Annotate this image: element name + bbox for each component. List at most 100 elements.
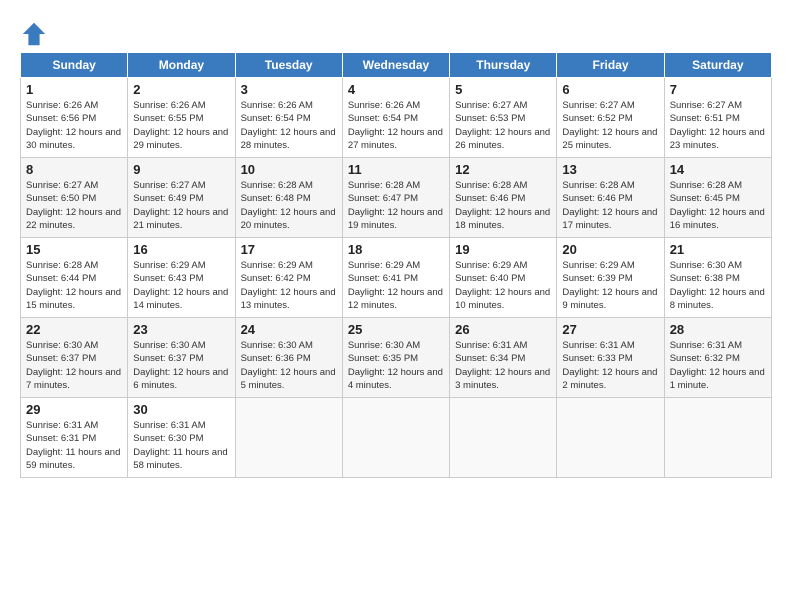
week-row-5: 29 Sunrise: 6:31 AM Sunset: 6:31 PM Dayli… (21, 398, 772, 478)
day-info: Sunrise: 6:29 AM Sunset: 6:42 PM Dayligh… (241, 259, 337, 312)
day-number: 18 (348, 242, 444, 257)
day-cell: 13Sunrise: 6:28 AM Sunset: 6:46 PM Dayli… (557, 158, 664, 238)
day-info: Sunrise: 6:31 AM Sunset: 6:30 PM Dayligh… (133, 419, 229, 472)
day-number: 25 (348, 322, 444, 337)
day-cell: 1Sunrise: 6:26 AM Sunset: 6:56 PM Daylig… (21, 78, 128, 158)
day-cell: 8Sunrise: 6:27 AM Sunset: 6:50 PM Daylig… (21, 158, 128, 238)
day-info: Sunrise: 6:27 AM Sunset: 6:51 PM Dayligh… (670, 99, 766, 152)
day-cell: 5 Sunrise: 6:27 AM Sunset: 6:53 PM Daylig… (450, 78, 557, 158)
day-cell: 26 Sunrise: 6:31 AM Sunset: 6:34 PM Dayli… (450, 318, 557, 398)
day-cell: 25 Sunrise: 6:30 AM Sunset: 6:35 PM Dayli… (342, 318, 449, 398)
day-info: Sunrise: 6:29 AM Sunset: 6:43 PM Dayligh… (133, 259, 229, 312)
calendar-table: SundayMondayTuesdayWednesdayThursdayFrid… (20, 52, 772, 478)
week-row-4: 22Sunrise: 6:30 AM Sunset: 6:37 PM Dayli… (21, 318, 772, 398)
header (20, 16, 772, 48)
day-cell: 4 Sunrise: 6:26 AM Sunset: 6:54 PM Daylig… (342, 78, 449, 158)
day-cell: 17 Sunrise: 6:29 AM Sunset: 6:42 PM Dayli… (235, 238, 342, 318)
day-number: 24 (241, 322, 337, 337)
day-info: Sunrise: 6:28 AM Sunset: 6:47 PM Dayligh… (348, 179, 444, 232)
day-number: 30 (133, 402, 229, 417)
day-info: Sunrise: 6:31 AM Sunset: 6:34 PM Dayligh… (455, 339, 551, 392)
day-cell: 15 Sunrise: 6:28 AM Sunset: 6:44 PM Dayli… (21, 238, 128, 318)
day-cell: 30 Sunrise: 6:31 AM Sunset: 6:30 PM Dayli… (128, 398, 235, 478)
day-number: 1 (26, 82, 122, 97)
day-info: Sunrise: 6:26 AM Sunset: 6:54 PM Dayligh… (348, 99, 444, 152)
calendar-header: SundayMondayTuesdayWednesdayThursdayFrid… (21, 53, 772, 78)
day-number: 21 (670, 242, 766, 257)
day-cell (557, 398, 664, 478)
day-cell: 12Sunrise: 6:28 AM Sunset: 6:46 PM Dayli… (450, 158, 557, 238)
day-info: Sunrise: 6:27 AM Sunset: 6:49 PM Dayligh… (133, 179, 229, 232)
day-cell: 14 Sunrise: 6:28 AM Sunset: 6:45 PM Dayli… (664, 158, 771, 238)
day-info: Sunrise: 6:29 AM Sunset: 6:40 PM Dayligh… (455, 259, 551, 312)
day-cell: 7 Sunrise: 6:27 AM Sunset: 6:51 PM Daylig… (664, 78, 771, 158)
day-number: 22 (26, 322, 122, 337)
day-cell: 2Sunrise: 6:26 AM Sunset: 6:55 PM Daylig… (128, 78, 235, 158)
day-info: Sunrise: 6:29 AM Sunset: 6:39 PM Dayligh… (562, 259, 658, 312)
day-cell: 11 Sunrise: 6:28 AM Sunset: 6:47 PM Dayli… (342, 158, 449, 238)
day-cell: 21Sunrise: 6:30 AM Sunset: 6:38 PM Dayli… (664, 238, 771, 318)
day-cell: 10Sunrise: 6:28 AM Sunset: 6:48 PM Dayli… (235, 158, 342, 238)
day-number: 5 (455, 82, 551, 97)
day-number: 14 (670, 162, 766, 177)
day-cell (342, 398, 449, 478)
day-info: Sunrise: 6:29 AM Sunset: 6:41 PM Dayligh… (348, 259, 444, 312)
day-info: Sunrise: 6:28 AM Sunset: 6:48 PM Dayligh… (241, 179, 337, 232)
day-number: 9 (133, 162, 229, 177)
day-number: 16 (133, 242, 229, 257)
week-row-3: 15 Sunrise: 6:28 AM Sunset: 6:44 PM Dayli… (21, 238, 772, 318)
day-number: 11 (348, 162, 444, 177)
day-info: Sunrise: 6:28 AM Sunset: 6:46 PM Dayligh… (562, 179, 658, 232)
day-cell (664, 398, 771, 478)
day-number: 26 (455, 322, 551, 337)
header-saturday: Saturday (664, 53, 771, 78)
day-cell: 9 Sunrise: 6:27 AM Sunset: 6:49 PM Daylig… (128, 158, 235, 238)
day-info: Sunrise: 6:27 AM Sunset: 6:53 PM Dayligh… (455, 99, 551, 152)
day-info: Sunrise: 6:26 AM Sunset: 6:54 PM Dayligh… (241, 99, 337, 152)
day-cell: 22Sunrise: 6:30 AM Sunset: 6:37 PM Dayli… (21, 318, 128, 398)
day-info: Sunrise: 6:31 AM Sunset: 6:33 PM Dayligh… (562, 339, 658, 392)
day-number: 15 (26, 242, 122, 257)
header-row: SundayMondayTuesdayWednesdayThursdayFrid… (21, 53, 772, 78)
day-number: 19 (455, 242, 551, 257)
day-number: 7 (670, 82, 766, 97)
page: SundayMondayTuesdayWednesdayThursdayFrid… (0, 0, 792, 488)
calendar-body: 1Sunrise: 6:26 AM Sunset: 6:56 PM Daylig… (21, 78, 772, 478)
day-cell: 24 Sunrise: 6:30 AM Sunset: 6:36 PM Dayli… (235, 318, 342, 398)
day-number: 27 (562, 322, 658, 337)
day-info: Sunrise: 6:28 AM Sunset: 6:44 PM Dayligh… (26, 259, 122, 312)
week-row-1: 1Sunrise: 6:26 AM Sunset: 6:56 PM Daylig… (21, 78, 772, 158)
day-number: 23 (133, 322, 229, 337)
day-cell: 19 Sunrise: 6:29 AM Sunset: 6:40 PM Dayli… (450, 238, 557, 318)
day-number: 6 (562, 82, 658, 97)
day-info: Sunrise: 6:31 AM Sunset: 6:32 PM Dayligh… (670, 339, 766, 392)
header-monday: Monday (128, 53, 235, 78)
header-thursday: Thursday (450, 53, 557, 78)
day-number: 4 (348, 82, 444, 97)
header-friday: Friday (557, 53, 664, 78)
header-tuesday: Tuesday (235, 53, 342, 78)
day-info: Sunrise: 6:30 AM Sunset: 6:35 PM Dayligh… (348, 339, 444, 392)
day-cell (450, 398, 557, 478)
day-number: 12 (455, 162, 551, 177)
day-number: 20 (562, 242, 658, 257)
logo (20, 20, 50, 48)
week-row-2: 8Sunrise: 6:27 AM Sunset: 6:50 PM Daylig… (21, 158, 772, 238)
day-cell: 23Sunrise: 6:30 AM Sunset: 6:37 PM Dayli… (128, 318, 235, 398)
day-info: Sunrise: 6:27 AM Sunset: 6:52 PM Dayligh… (562, 99, 658, 152)
day-cell: 27 Sunrise: 6:31 AM Sunset: 6:33 PM Dayli… (557, 318, 664, 398)
day-cell: 18 Sunrise: 6:29 AM Sunset: 6:41 PM Dayli… (342, 238, 449, 318)
day-number: 28 (670, 322, 766, 337)
day-number: 29 (26, 402, 122, 417)
day-cell: 20 Sunrise: 6:29 AM Sunset: 6:39 PM Dayli… (557, 238, 664, 318)
day-cell: 3 Sunrise: 6:26 AM Sunset: 6:54 PM Daylig… (235, 78, 342, 158)
day-info: Sunrise: 6:30 AM Sunset: 6:36 PM Dayligh… (241, 339, 337, 392)
day-number: 8 (26, 162, 122, 177)
day-info: Sunrise: 6:31 AM Sunset: 6:31 PM Dayligh… (26, 419, 122, 472)
header-wednesday: Wednesday (342, 53, 449, 78)
day-info: Sunrise: 6:28 AM Sunset: 6:45 PM Dayligh… (670, 179, 766, 232)
day-number: 17 (241, 242, 337, 257)
header-sunday: Sunday (21, 53, 128, 78)
day-number: 3 (241, 82, 337, 97)
day-cell: 28 Sunrise: 6:31 AM Sunset: 6:32 PM Dayli… (664, 318, 771, 398)
